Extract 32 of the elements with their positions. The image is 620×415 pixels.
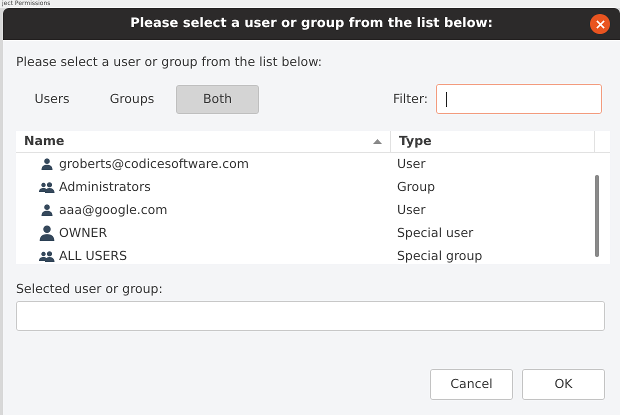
table-cell-text: User [397, 154, 426, 173]
column-header[interactable]: Name [16, 130, 391, 153]
scrollbar-thumb[interactable] [595, 174, 599, 257]
table-cell-text: Group [397, 178, 436, 196]
field-label: Selected user or group: [16, 280, 164, 298]
close-button[interactable] [590, 14, 610, 34]
filter-tab[interactable]: Users [16, 84, 88, 114]
table-cell-text: aaa@google.com [59, 200, 168, 219]
group-icon [39, 182, 55, 193]
window-title: Please select a user or group from the list below: [130, 15, 493, 34]
user-icon [41, 204, 53, 216]
table-cell-text: Special group [397, 246, 482, 265]
dialog-button[interactable]: OK [522, 368, 605, 400]
text-cursor [446, 92, 447, 107]
table-cell-text: groberts@codicesoftware.com [59, 154, 249, 173]
filter-field[interactable] [436, 84, 602, 114]
selected-user-field[interactable] [16, 300, 605, 330]
filter-tab[interactable]: Groups [96, 84, 168, 114]
table-cell-text: Special user [397, 224, 474, 242]
table-cell-text: Administrators [59, 178, 151, 196]
group-icon [39, 250, 55, 262]
table-cell-text: ALL USERS [59, 246, 128, 265]
user-icon [41, 158, 53, 170]
prompt-text: Please select a user or group from the list below: [16, 53, 323, 71]
table-cell-text: OWNER [59, 224, 108, 242]
column-header[interactable]: Type [391, 130, 595, 153]
user-icon [39, 225, 55, 242]
filter-tab[interactable]: Both [176, 84, 259, 114]
close-icon [596, 20, 604, 28]
dialog-button[interactable]: Cancel [430, 368, 513, 400]
filter-label: Filter: [393, 90, 428, 108]
table-cell-text: User [397, 200, 426, 219]
